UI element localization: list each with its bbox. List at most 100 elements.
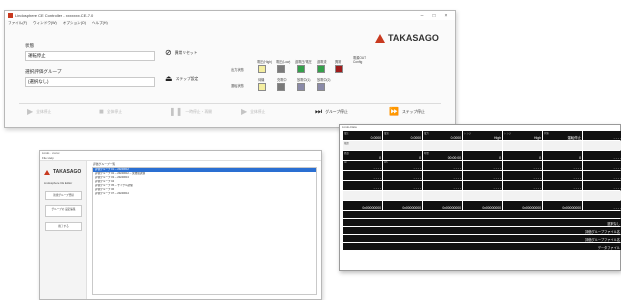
edit-group-button[interactable]: グループの 設定編集 [45,205,82,217]
data-cell [543,141,582,150]
data-cell-label: Ah [344,161,347,164]
indicator-charging [277,83,285,91]
data-cell: 0 [383,151,422,160]
data-cell: - - - - [583,151,621,160]
state-label: 状態 [25,43,35,48]
error-reset-button[interactable]: ⊘ 異常リセット [165,49,197,57]
menu-help[interactable]: ヘルプ(H) [92,21,108,27]
data-row: 経過 0 0 時間 00:00:00 0 0 0- - - - [343,151,621,160]
sequence-setting-button[interactable]: ⏏ ステップ設定 [165,75,198,83]
data-cell: 0x00000000 [343,201,382,210]
maximize-icon[interactable]: □ [428,13,440,19]
data-cell-value: - - - - [493,176,501,180]
data-cell-value: 0 [539,156,541,160]
data-cell-label: レンジ [504,132,512,135]
data-wide-value: 評価グループファイル名 [585,238,620,242]
editor-sidebar-label: Lindosphere CE Editor [44,181,73,185]
data-cell-value: - - - - [573,176,581,180]
data-cell-value: High [534,136,541,140]
data-cell: 0x00000000 [423,201,462,210]
menu-file[interactable]: ファイル(F) [8,21,27,27]
state-field: 運転停止 [25,51,155,61]
data-cell: - - - - [583,181,621,190]
app-icon [8,13,13,18]
data-row: 0x00000000 0x00000000 0x00000000 0x00000000… [343,201,621,210]
exit-button[interactable]: 終了する [45,222,82,231]
data-cell: - - - - [583,171,621,180]
indicator-error [335,65,343,73]
data-cell-label: 状態 [544,132,549,135]
output-state-label: 出力状態 [231,68,244,72]
step-stop-button[interactable]: ⏩ ステップ停止 [389,108,425,116]
controller-window: Lindosphere CE Controller - xxxxxxx.CE-7… [4,10,456,128]
start-all-button[interactable]: ▶ 全体停止 [27,108,51,116]
logo-mark-icon [44,169,50,175]
data-cell: 積算 [343,141,382,150]
list-item[interactable]: 評価グループ 07 ─ 20240614 [93,192,316,196]
error-reset-label: 異常リセット [174,50,198,55]
run-label-4: 放電中(2) [317,78,331,82]
group-stop-button[interactable]: ⏭ グループ停止 [315,108,348,116]
new-group-button[interactable]: 新規グループ登録 [45,191,82,200]
data-cell: - - - - [383,181,422,190]
data-cell-value: 0.0000 [370,136,381,140]
data-cell-value: - - - - [453,176,461,180]
data-cell-value: - - - - [573,166,581,170]
data-cell: - - - - [343,171,382,180]
data-cell-value: - - - - [613,156,621,160]
data-cell: - - - - [463,181,502,190]
step-start-button[interactable]: ▶ 全体停止 [241,108,265,116]
test-group-field[interactable]: (選択なし) [25,77,155,87]
indicator-standby [258,83,266,91]
data-cell-label: 積算 [344,142,349,145]
data-cell: - - - - [543,171,582,180]
status-label-5: 異常 [335,60,342,64]
data-cell: レンジ High [463,131,502,140]
data-cell: - - - - [343,181,382,190]
data-cell-value: - - - - [373,176,381,180]
fast-forward-icon: ⏩ [389,107,399,116]
data-cell-value: 0 [499,156,501,160]
data-titlebar: Lindo-Data [340,125,620,130]
sequence-setting-label: ステップ設定 [175,76,199,81]
data-cell: - - - - [503,181,542,190]
group-listbox[interactable]: 評価グループ 01 ─ 20240612 評価グループ 02 ─ 2024061… [92,167,317,295]
data-cell-value: 0 [579,156,581,160]
prohibit-icon: ⊘ [165,48,172,57]
data-cell-label: 電流 [384,132,389,135]
data-cell-value: 0 [379,156,381,160]
brand-name: TAKASAGO [388,33,439,43]
window-titlebar: Lindosphere CE Controller - xxxxxxx.CE-7… [5,11,455,20]
data-cell-value: - - - - [613,166,621,170]
start-all-label: 全体停止 [36,109,52,114]
data-cell-value: - - - - [533,176,541,180]
data-cell-label: 経過 [344,152,349,155]
menu-options[interactable]: オプション(O) [63,21,86,27]
pause-icon: ❚❚ [169,107,183,116]
menu-window[interactable]: ウィンドウ(W) [33,21,57,27]
pause-resume-button[interactable]: ❚❚ 一時停止・再開 [169,108,212,116]
data-cell-value: 0.0000 [450,136,461,140]
data-cell: - - - - [583,131,621,140]
data-cell-value: - - - - [613,176,621,180]
indicator-overvoltage [297,65,305,73]
data-cell-value: - - - - [413,176,421,180]
editor-window: Lindo · xxxxx File Help TAKASAGO Lindosp… [39,150,322,300]
data-cell-value: 運転停止 [567,136,581,140]
data-cell-value: 0x00000000 [522,206,541,210]
data-cell-value: - - - - [493,166,501,170]
close-icon[interactable]: × [440,13,452,19]
data-cell [343,191,382,200]
play-icon: ▶ [27,107,34,116]
minimize-icon[interactable]: – [416,13,428,19]
data-cell [423,141,462,150]
data-cell: 0x00000000 [383,201,422,210]
data-cell: 0x00000000 [463,201,502,210]
data-cell: レンジ High [503,131,542,140]
data-row: - - - -- - - -- - - -- - - -- - - -- - -… [343,171,621,180]
stop-all-button[interactable]: ■ 全体停止 [99,108,122,116]
data-cell: - - - - [503,161,542,170]
data-cell-value: - - - - [453,166,461,170]
data-wide-row: データファイル [343,243,621,250]
data-wide-row: 評価グループファイル名 [343,235,621,242]
